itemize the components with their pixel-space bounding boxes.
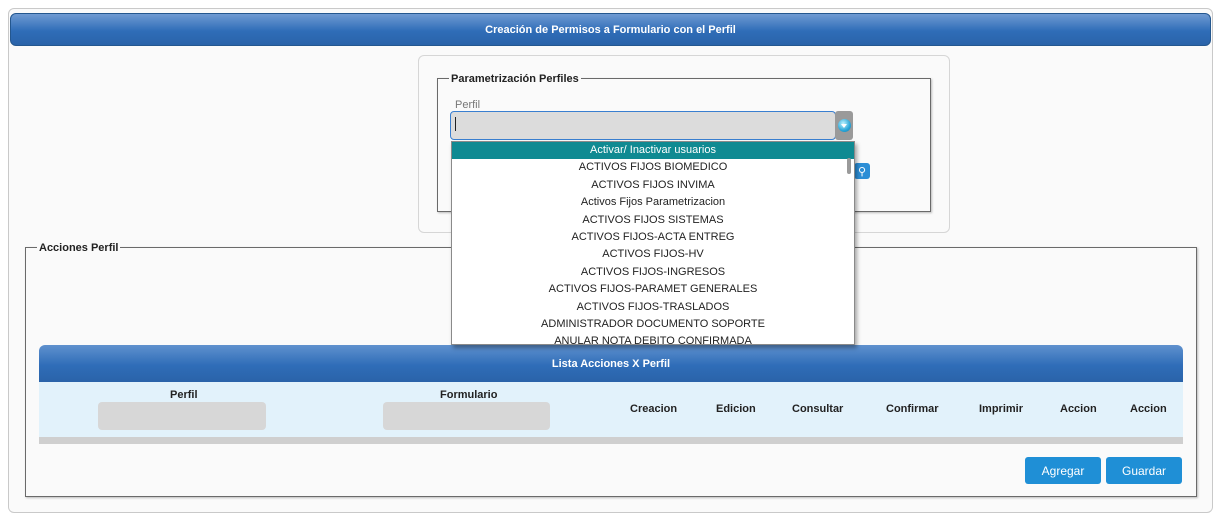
dropdown-toggle-button[interactable]: [835, 111, 853, 140]
table-title-bar: Lista Acciones X Perfil: [39, 345, 1183, 382]
column-header-accion: Accion: [1060, 403, 1097, 415]
column-header-confirmar: Confirmar: [886, 403, 939, 415]
param-legend: Parametrización Perfiles: [449, 73, 581, 85]
column-header-perfil: Perfil: [170, 389, 198, 401]
column-header-accion-2: Accion: [1130, 403, 1167, 415]
text-caret: [455, 117, 456, 131]
dropdown-option[interactable]: ANULAR NOTA DEBITO CONFIRMADA: [452, 333, 854, 344]
column-header-creacion: Creacion: [630, 403, 678, 415]
perfil-dropdown-list[interactable]: Activar/ Inactivar usuarios ACTIVOS FIJOS…: [451, 141, 855, 345]
dropdown-option[interactable]: ACTIVOS FIJOS-PARAMET GENERALES: [452, 281, 854, 298]
perfil-input[interactable]: [450, 111, 836, 140]
agregar-button[interactable]: Agregar: [1025, 457, 1101, 484]
chevron-down-icon: [837, 119, 851, 132]
column-header-consultar: Consultar: [792, 403, 844, 415]
acciones-legend: Acciones Perfil: [37, 242, 121, 254]
page-title: Creación de Permisos a Formulario con el…: [10, 13, 1211, 46]
filter-input-formulario[interactable]: [383, 402, 550, 430]
table-footer-bar: [39, 437, 1183, 444]
scrollbar-thumb[interactable]: [847, 158, 851, 174]
column-header-edicion: Edicion: [716, 403, 756, 415]
dropdown-option[interactable]: Activar/ Inactivar usuarios: [452, 142, 854, 160]
dropdown-option[interactable]: ACTIVOS FIJOS SISTEMAS: [452, 212, 854, 229]
column-header-imprimir: Imprimir: [979, 403, 1024, 415]
dropdown-option[interactable]: ACTIVOS FIJOS INVIMA: [452, 177, 854, 194]
guardar-button[interactable]: Guardar: [1106, 457, 1182, 484]
table-title: Lista Acciones X Perfil: [551, 357, 671, 370]
search-button[interactable]: ⚲: [854, 163, 870, 179]
dropdown-option[interactable]: ACTIVOS FIJOS-HV: [452, 246, 854, 263]
dropdown-option[interactable]: ACTIVOS FIJOS BIOMEDICO: [452, 159, 854, 176]
dropdown-option[interactable]: ACTIVOS FIJOS-TRASLADOS: [452, 299, 854, 316]
search-icon: ⚲: [857, 165, 867, 178]
dropdown-option[interactable]: Activos Fijos Parametrizacion: [452, 194, 854, 211]
dropdown-option[interactable]: ADMINISTRADOR DOCUMENTO SOPORTE: [452, 316, 854, 333]
page-title-text: Creación de Permisos a Formulario con el…: [485, 23, 736, 36]
perfil-label: Perfil: [455, 99, 481, 111]
dropdown-option[interactable]: ACTIVOS FIJOS-ACTA ENTREG: [452, 229, 854, 246]
column-header-formulario: Formulario: [440, 389, 498, 401]
dropdown-option[interactable]: ACTIVOS FIJOS-INGRESOS: [452, 264, 854, 281]
filter-input-perfil[interactable]: [98, 402, 266, 430]
